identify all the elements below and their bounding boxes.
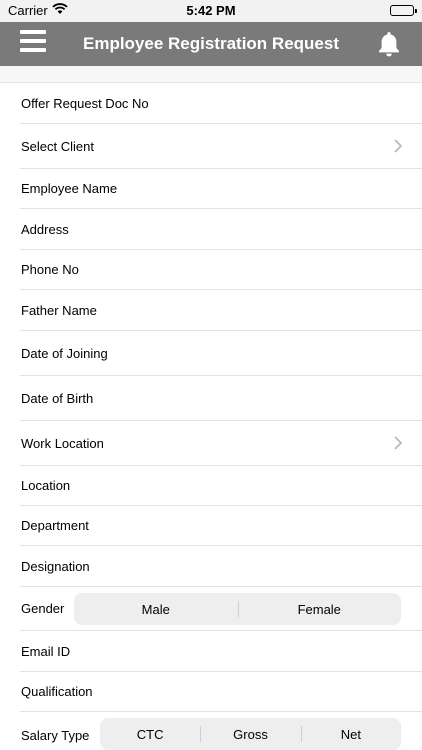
navigation-bar: Employee Registration Request: [0, 22, 422, 66]
section-spacer: [0, 66, 422, 83]
father-name-field[interactable]: Father Name: [20, 290, 422, 331]
gender-option-male[interactable]: Male: [74, 593, 238, 625]
select-client-row[interactable]: Select Client: [20, 124, 422, 169]
status-bar: Carrier 5:42 PM: [0, 0, 422, 22]
salary-type-option-ctc[interactable]: CTC: [100, 718, 200, 750]
date-of-birth-field[interactable]: Date of Birth: [20, 376, 422, 421]
page-title: Employee Registration Request: [82, 34, 339, 53]
designation-label: Designation: [21, 558, 90, 574]
location-field[interactable]: Location: [20, 466, 422, 506]
phone-no-label: Phone No: [21, 262, 79, 277]
department-field[interactable]: Department: [20, 506, 422, 546]
date-of-joining-field[interactable]: Date of Joining: [20, 331, 422, 376]
designation-field[interactable]: Designation: [20, 546, 422, 587]
work-location-row[interactable]: Work Location: [20, 421, 422, 466]
battery-icon: [390, 5, 417, 16]
email-id-label: Email ID: [21, 643, 71, 659]
phone-no-field[interactable]: Phone No: [20, 250, 422, 290]
gender-segmented-control: Male Female: [74, 593, 401, 625]
department-label: Department: [21, 518, 89, 533]
chevron-right-icon: [394, 436, 403, 453]
address-label: Address: [21, 221, 69, 237]
offer-request-doc-no-field[interactable]: Offer Request Doc No: [20, 83, 422, 124]
salary-type-option-gross[interactable]: Gross: [200, 718, 300, 750]
status-time: 5:42 PM: [186, 3, 236, 18]
salary-type-option-net[interactable]: Net: [300, 718, 401, 750]
registration-form: Offer Request Doc No Select Client Emplo…: [0, 83, 422, 750]
gender-row: Gender Male Female: [20, 587, 422, 631]
offer-request-doc-no-label: Offer Request Doc No: [21, 95, 149, 111]
date-of-birth-label: Date of Birth: [21, 390, 94, 406]
email-id-field[interactable]: Email ID: [20, 631, 422, 672]
employee-name-field[interactable]: Employee Name: [20, 169, 422, 209]
gender-label: Gender: [21, 601, 65, 616]
address-field[interactable]: Address: [20, 209, 422, 250]
location-label: Location: [21, 478, 71, 493]
select-client-label: Select Client: [21, 138, 94, 154]
qualification-field[interactable]: Qualification: [20, 672, 422, 712]
salary-type-row: Salary Type CTC Gross Net: [20, 712, 422, 750]
qualification-label: Qualification: [21, 684, 93, 699]
gender-option-female[interactable]: Female: [237, 593, 402, 625]
work-location-label: Work Location: [21, 435, 104, 451]
bell-icon[interactable]: [376, 30, 402, 58]
employee-name-label: Employee Name: [21, 181, 118, 196]
father-name-label: Father Name: [21, 302, 97, 318]
salary-type-segmented-control: CTC Gross Net: [100, 718, 401, 750]
date-of-joining-label: Date of Joining: [21, 345, 108, 361]
salary-type-label: Salary Type: [21, 727, 90, 743]
chevron-right-icon: [394, 139, 403, 156]
